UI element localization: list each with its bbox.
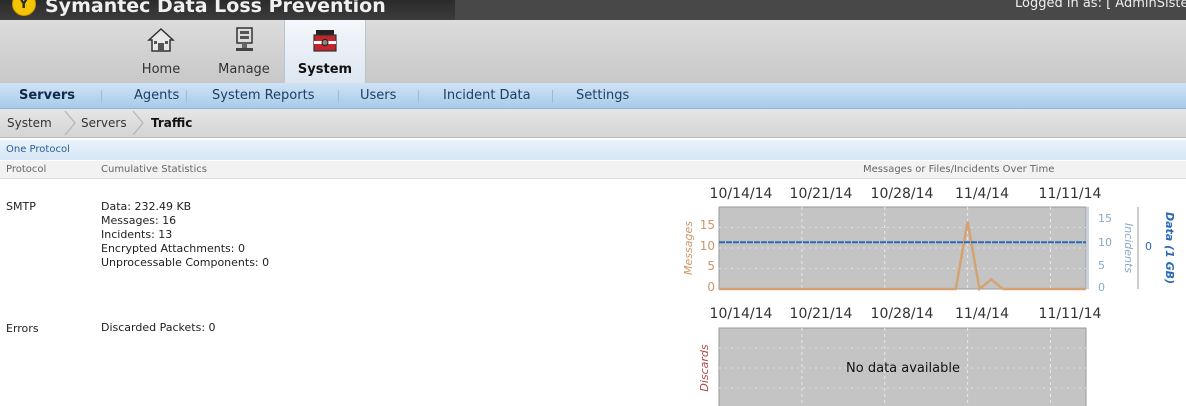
tab-users[interactable]: Users [360, 88, 396, 103]
y-tick-label: 10 [700, 239, 715, 253]
main-nav: Home Manage System [0, 20, 1186, 83]
chevron-right-icon [132, 111, 144, 135]
y-axis-label-discards: Discards [698, 344, 711, 392]
tab-servers[interactable]: Servers [19, 88, 75, 103]
traffic-chart: 10/14/14 10/21/14 10/28/14 11/4/14 11/11… [682, 186, 1176, 294]
row-label-errors: Errors [6, 322, 39, 335]
y-tick-label: 10 [1098, 236, 1112, 249]
chart-x-tick-labels: 10/14/14 10/21/14 10/28/14 11/4/14 11/11… [710, 306, 1102, 322]
tab-settings[interactable]: Settings [576, 88, 629, 103]
tab-separator [338, 90, 339, 103]
row-label-smtp: SMTP [6, 200, 36, 213]
nav-manage-label: Manage [218, 62, 270, 77]
chevron-right-icon [64, 111, 76, 135]
x-tick-label: 10/14/14 [710, 306, 773, 322]
y-axis-label-incidents: Incidents [1122, 223, 1135, 273]
nav-manage[interactable]: Manage [208, 20, 280, 83]
sub-tabs: Servers Agents System Reports Users Inci… [0, 83, 1186, 109]
section-title: One Protocol [6, 144, 70, 155]
home-icon [147, 27, 175, 52]
app-title: Symantec Data Loss Prevention [45, 0, 386, 17]
tab-incident-data[interactable]: Incident Data [443, 88, 531, 103]
manage-icon [236, 27, 253, 51]
x-tick-label: 10/28/14 [871, 186, 934, 202]
y-axis-label-messages: Messages [682, 221, 695, 275]
stat-incidents: Incidents: 13 [101, 228, 173, 241]
x-tick-label: 11/11/14 [1039, 306, 1102, 322]
section-header [0, 140, 1186, 160]
chart-x-tick-labels: 10/14/14 10/21/14 10/28/14 11/4/14 11/11… [710, 186, 1102, 202]
y-tick-label: 15 [1098, 212, 1112, 225]
nav-home-label: Home [141, 62, 181, 77]
stat-unprocessable-components: Unprocessable Components: 0 [101, 256, 270, 269]
breadcrumb-servers[interactable]: Servers [81, 116, 127, 130]
nav-home[interactable]: Home [128, 20, 194, 83]
tab-separator [418, 90, 419, 103]
logged-in-user: Logged in as: [ AdminSistema\ [1015, 0, 1186, 11]
tab-separator [186, 90, 187, 103]
y-ticks-left: 15 10 5 0 [700, 218, 715, 294]
x-tick-label: 10/28/14 [871, 306, 934, 322]
tab-system-reports[interactable]: System Reports [212, 88, 314, 103]
x-tick-label: 10/21/14 [790, 306, 853, 322]
nav-system[interactable]: System [284, 20, 366, 83]
x-tick-label: 10/14/14 [710, 186, 773, 202]
breadcrumb-system[interactable]: System [7, 116, 52, 130]
y-tick-label: 5 [1098, 259, 1105, 272]
no-data-message: No data available [846, 361, 960, 376]
tab-agents[interactable]: Agents [134, 88, 179, 103]
stat-discarded-packets: Discarded Packets: 0 [101, 321, 216, 334]
tab-separator [552, 90, 553, 103]
tab-separator [101, 90, 102, 103]
discards-chart: 10/14/14 10/21/14 10/28/14 11/4/14 11/11… [698, 306, 1102, 406]
y-tick-label: 15 [700, 218, 715, 232]
x-tick-label: 10/21/14 [790, 186, 853, 202]
column-header-chart: Messages or Files/Incidents Over Time [863, 164, 1055, 175]
breadcrumb-traffic: Traffic [151, 116, 193, 130]
y-tick-label-data: 0 [1145, 240, 1152, 253]
stat-encrypted-attachments: Encrypted Attachments: 0 [101, 242, 245, 255]
column-header-statistics: Cumulative Statistics [101, 164, 207, 175]
stat-data: Data: 232.49 KB [101, 200, 192, 213]
y-tick-label: 5 [707, 259, 715, 273]
y-ticks-right: 15 10 5 0 [1087, 207, 1112, 294]
stat-messages: Messages: 16 [101, 214, 177, 227]
x-tick-label: 11/11/14 [1039, 186, 1102, 202]
y-tick-label: 0 [707, 280, 715, 294]
logo-glyph: Y [19, 0, 29, 12]
x-tick-label: 11/4/14 [955, 306, 1009, 322]
breadcrumb: System Servers Traffic [0, 109, 1186, 138]
column-header-protocol: Protocol [6, 164, 47, 175]
system-toolbox-icon [313, 30, 337, 52]
nav-system-label: System [297, 62, 353, 77]
y-tick-label: 0 [1098, 281, 1105, 294]
y-axis-label-data: Data (1 GB) [1163, 212, 1176, 284]
x-tick-label: 11/4/14 [955, 186, 1009, 202]
